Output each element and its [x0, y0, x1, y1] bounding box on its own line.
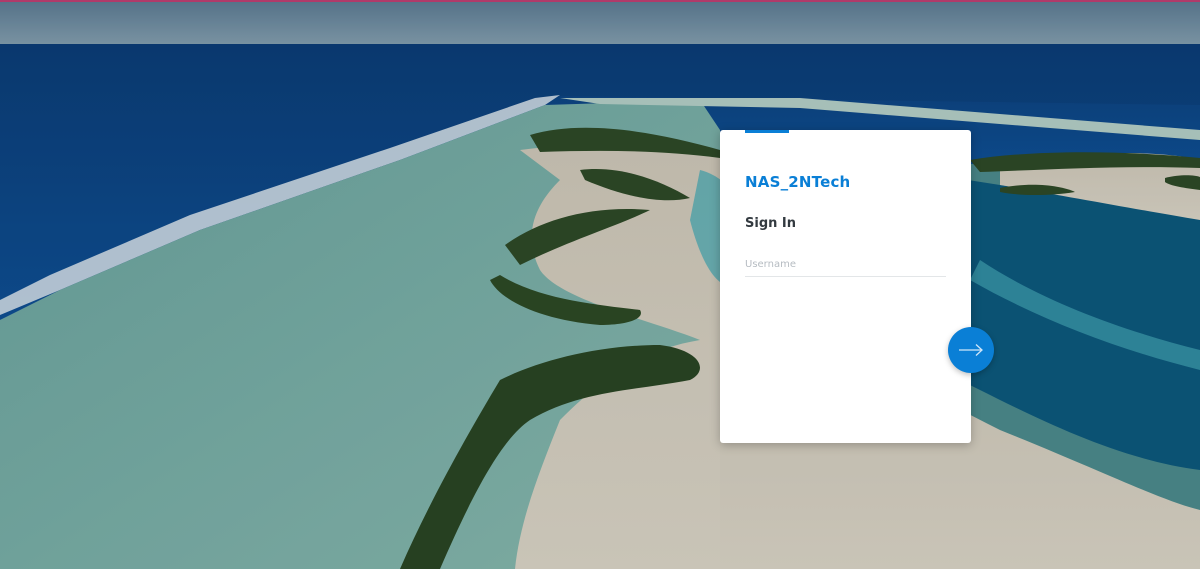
sign-in-submit-button[interactable]	[948, 327, 994, 373]
atoll-landscape	[0, 0, 1200, 569]
background-image	[0, 0, 1200, 569]
username-input[interactable]	[745, 253, 946, 277]
sign-in-heading: Sign In	[745, 216, 796, 231]
brand-name: NAS_2NTech	[745, 173, 851, 191]
card-accent-bar	[745, 130, 789, 133]
login-card: NAS_2NTech Sign In	[720, 130, 971, 443]
arrow-right-icon	[959, 344, 983, 356]
top-accent-bar	[0, 0, 1200, 2]
